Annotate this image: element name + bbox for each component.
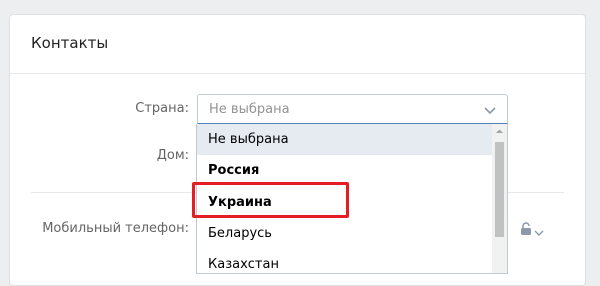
- country-select-value: Не выбрана: [209, 102, 290, 117]
- privacy-selector[interactable]: [520, 221, 548, 237]
- highlight-box: [192, 182, 349, 218]
- mobile-phone-label: Мобильный телефон:: [42, 221, 189, 236]
- chevron-down-icon: [483, 102, 497, 116]
- arrow-up-icon[interactable]: [492, 124, 507, 139]
- country-select[interactable]: Не выбрана: [197, 94, 508, 124]
- card-header: Контакты: [10, 15, 585, 74]
- card-title: Контакты: [31, 34, 109, 52]
- dropdown-item-none[interactable]: Не выбрана: [197, 124, 493, 155]
- dropdown-item-kazakhstan[interactable]: Казахстан: [197, 249, 493, 273]
- dropdown-item-belarus[interactable]: Беларусь: [197, 218, 493, 249]
- lock-icon: [520, 221, 532, 240]
- city-label: Дом:: [156, 148, 189, 163]
- scrollbar-thumb[interactable]: [495, 142, 504, 237]
- chevron-down-icon: [534, 223, 544, 242]
- dropdown-scrollbar[interactable]: [492, 124, 507, 273]
- country-label: Страна:: [135, 101, 189, 116]
